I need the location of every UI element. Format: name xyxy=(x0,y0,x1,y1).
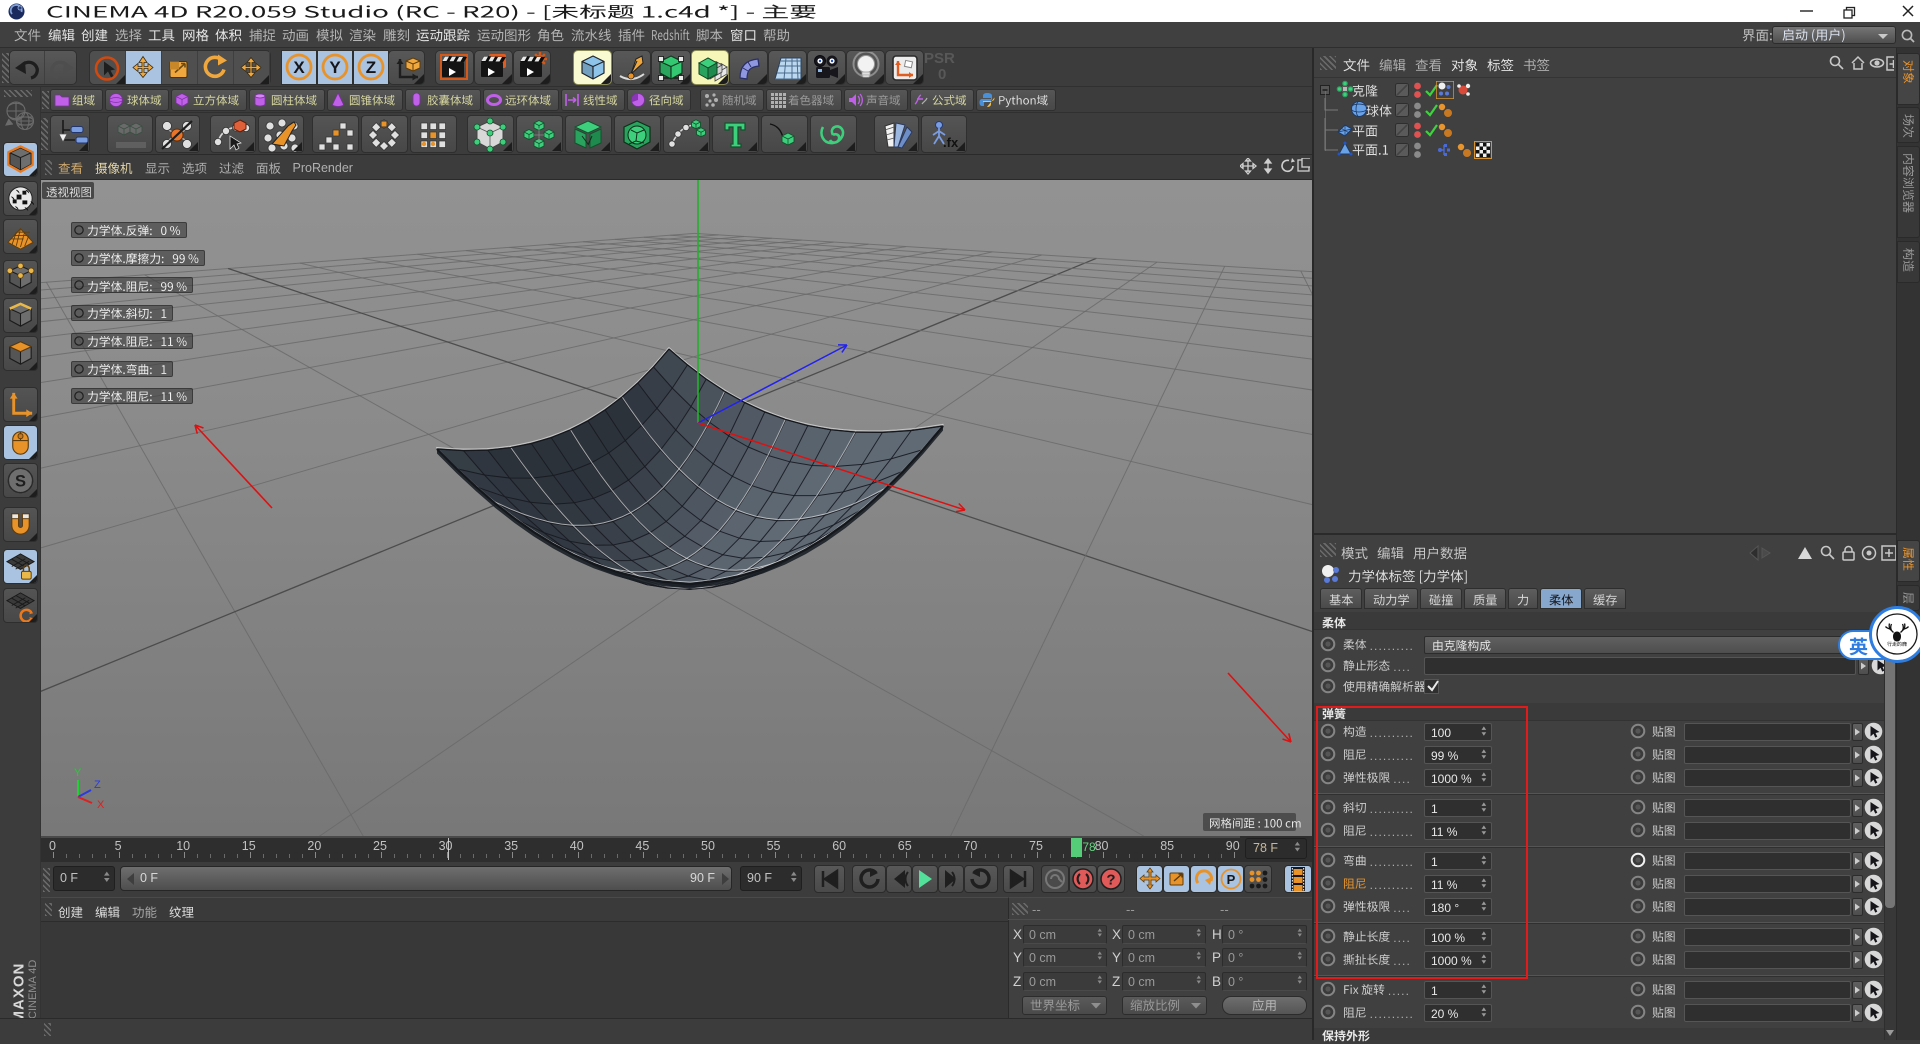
svg-text:Y: Y xyxy=(74,767,82,779)
svg-text:Z: Z xyxy=(366,58,376,77)
svg-text:X: X xyxy=(97,799,105,808)
svg-text:S: S xyxy=(15,472,26,490)
svg-text:?: ? xyxy=(1106,872,1115,889)
svg-text:Y: Y xyxy=(329,58,341,77)
svg-text:P: P xyxy=(1227,872,1236,887)
svg-text:Z: Z xyxy=(94,779,101,791)
svg-text:X: X xyxy=(293,58,305,77)
